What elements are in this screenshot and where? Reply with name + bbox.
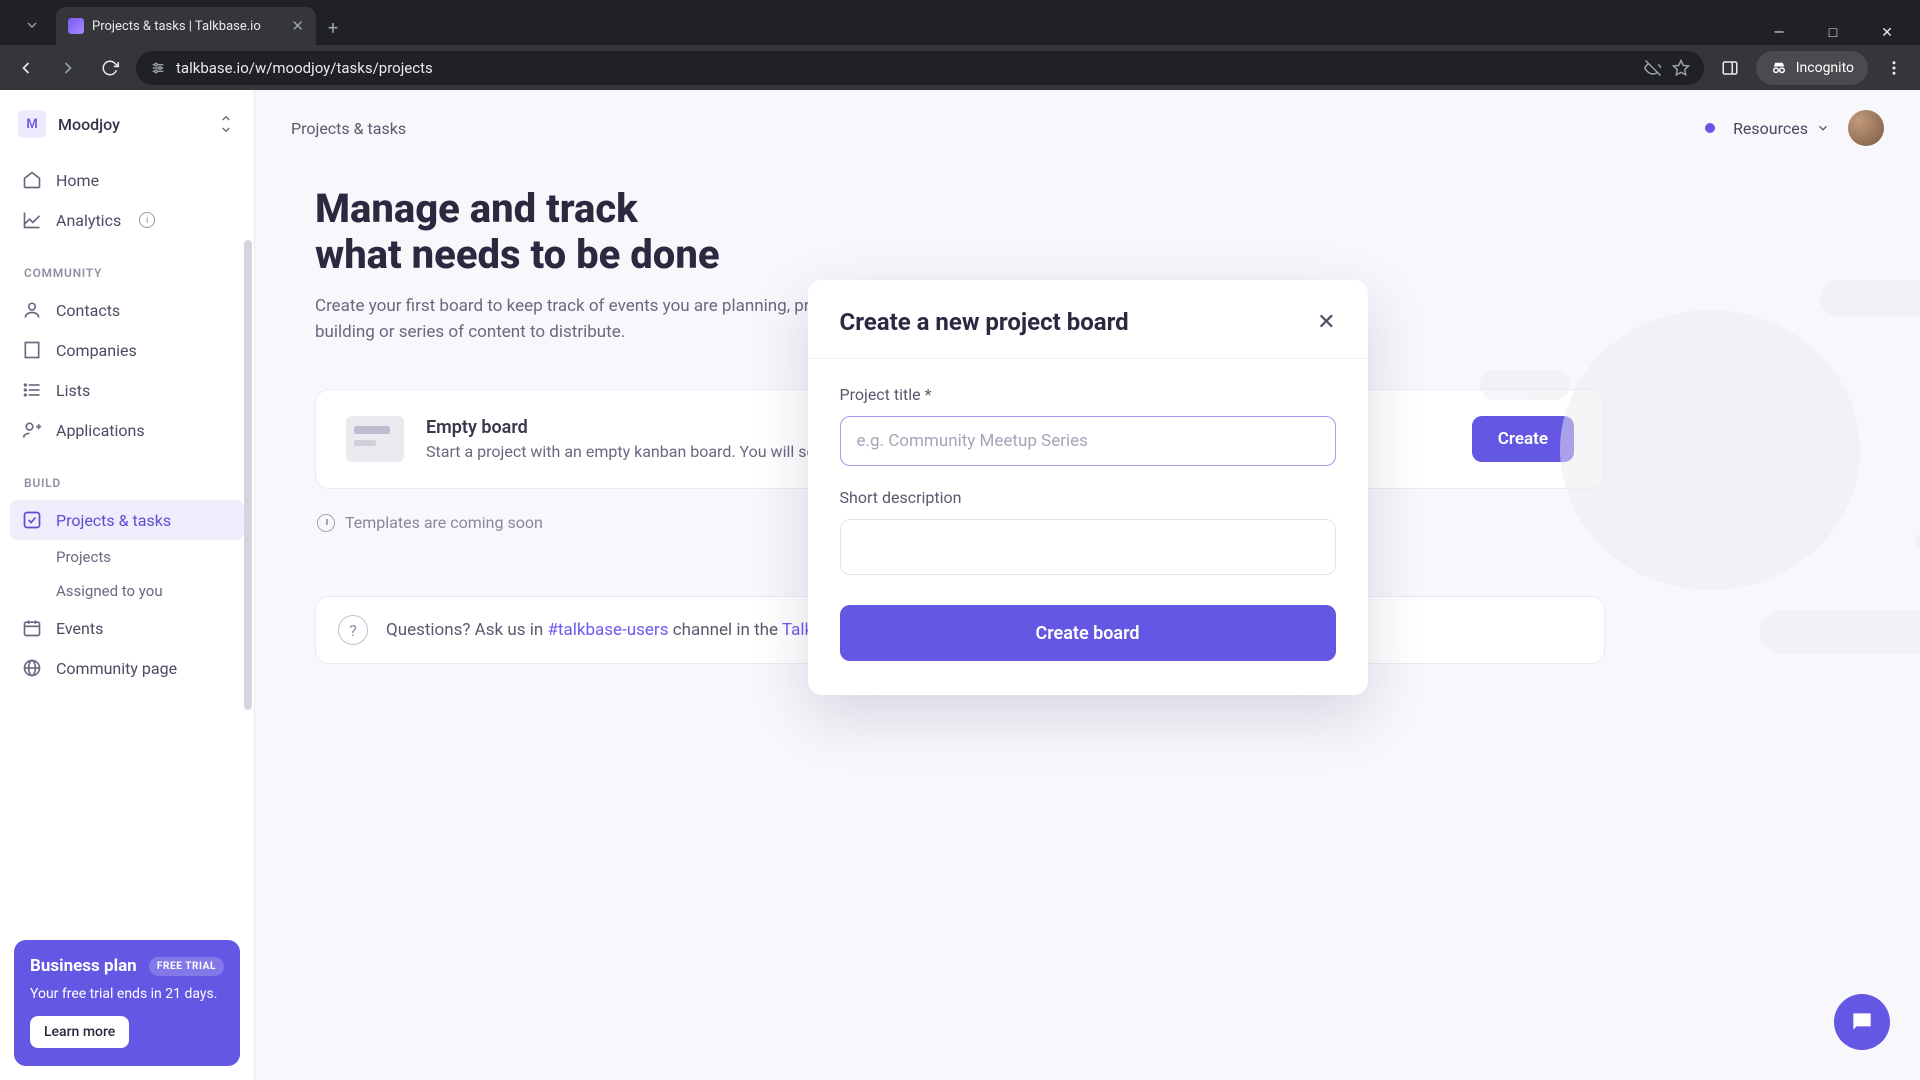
- scrollbar-thumb[interactable]: [244, 240, 252, 710]
- short-description-input[interactable]: [840, 519, 1336, 575]
- incognito-icon: [1770, 59, 1788, 77]
- back-button[interactable]: [10, 52, 42, 84]
- close-window-icon[interactable]: ✕: [1872, 25, 1902, 41]
- workspace-avatar: M: [18, 110, 46, 138]
- browser-menu-icon[interactable]: [1878, 52, 1910, 84]
- main-content: Projects & tasks Resources Manage and tr…: [255, 90, 1920, 1080]
- short-description-label: Short description: [840, 488, 1336, 507]
- sidebar-item-label: Contacts: [56, 301, 120, 320]
- side-panel-icon[interactable]: [1714, 52, 1746, 84]
- applications-icon: [22, 420, 42, 440]
- globe-icon: [22, 658, 42, 678]
- forward-button: [52, 52, 84, 84]
- project-title-input[interactable]: [840, 416, 1336, 466]
- chevron-up-down-icon: [218, 114, 236, 134]
- favicon-icon: [68, 18, 84, 34]
- app-root: M Moodjoy Home Analytics i COMMUNITY Con…: [0, 90, 1920, 1080]
- window-controls: ― □ ✕: [1764, 24, 1920, 45]
- tab-search-icon[interactable]: [8, 5, 56, 45]
- browser-toolbar: talkbase.io/w/moodjoy/tasks/projects Inc…: [0, 45, 1920, 90]
- modal-close-button[interactable]: ✕: [1317, 310, 1335, 335]
- url-text: talkbase.io/w/moodjoy/tasks/projects: [176, 59, 1634, 77]
- sidebar-item-home[interactable]: Home: [10, 160, 244, 200]
- info-icon[interactable]: i: [139, 212, 155, 228]
- close-icon[interactable]: ✕: [291, 17, 304, 35]
- workspace-name: Moodjoy: [58, 115, 206, 134]
- sidebar-item-label: Projects & tasks: [56, 511, 171, 530]
- sidebar: M Moodjoy Home Analytics i COMMUNITY Con…: [0, 90, 255, 1080]
- analytics-icon: [22, 210, 42, 230]
- bookmark-star-icon[interactable]: [1672, 59, 1690, 77]
- incognito-label: Incognito: [1796, 60, 1854, 76]
- sidebar-item-label: Analytics: [56, 211, 121, 230]
- sidebar-nav: Home Analytics i COMMUNITY Contacts Comp…: [0, 160, 254, 688]
- events-icon: [22, 618, 42, 638]
- home-icon: [22, 170, 42, 190]
- sidebar-section-build: BUILD: [10, 450, 244, 500]
- new-tab-button[interactable]: +: [316, 11, 350, 45]
- browser-chrome: Projects & tasks | Talkbase.io ✕ + ― □ ✕…: [0, 0, 1920, 90]
- tab-title: Projects & tasks | Talkbase.io: [92, 19, 283, 34]
- sidebar-subnav: Projects Assigned to you: [10, 540, 244, 608]
- tasks-icon: [22, 510, 42, 530]
- sidebar-item-analytics[interactable]: Analytics i: [10, 200, 244, 240]
- create-project-modal: Create a new project board ✕ Project tit…: [808, 280, 1368, 695]
- sidebar-item-label: Lists: [56, 381, 90, 400]
- sidebar-item-label: Home: [56, 171, 99, 190]
- sidebar-item-applications[interactable]: Applications: [10, 410, 244, 450]
- sidebar-item-label: Community page: [56, 659, 177, 678]
- contacts-icon: [22, 300, 42, 320]
- learn-more-button[interactable]: Learn more: [30, 1016, 129, 1048]
- sidebar-item-events[interactable]: Events: [10, 608, 244, 648]
- eye-off-icon[interactable]: [1644, 59, 1662, 77]
- sidebar-item-community-page[interactable]: Community page: [10, 648, 244, 688]
- modal-overlay: Create a new project board ✕ Project tit…: [255, 90, 1920, 1080]
- sidebar-item-label: Events: [56, 619, 103, 638]
- sidebar-item-companies[interactable]: Companies: [10, 330, 244, 370]
- sidebar-subitem-projects[interactable]: Projects: [56, 540, 244, 574]
- workspace-switcher[interactable]: M Moodjoy: [0, 90, 254, 160]
- sidebar-section-community: COMMUNITY: [10, 240, 244, 290]
- project-title-label: Project title *: [840, 385, 1336, 404]
- lists-icon: [22, 380, 42, 400]
- sidebar-item-contacts[interactable]: Contacts: [10, 290, 244, 330]
- tab-strip: Projects & tasks | Talkbase.io ✕ + ― □ ✕: [0, 0, 1920, 45]
- trial-text: Your free trial ends in 21 days.: [30, 986, 224, 1002]
- reload-button[interactable]: [94, 52, 126, 84]
- companies-icon: [22, 340, 42, 360]
- trial-badge: FREE TRIAL: [149, 957, 224, 976]
- modal-title: Create a new project board: [840, 308, 1129, 336]
- trial-title: Business plan: [30, 956, 137, 976]
- sidebar-item-label: Applications: [56, 421, 145, 440]
- incognito-indicator[interactable]: Incognito: [1756, 51, 1868, 85]
- maximize-icon[interactable]: □: [1818, 24, 1848, 41]
- minimize-icon[interactable]: ―: [1764, 25, 1794, 41]
- sidebar-item-projects-tasks[interactable]: Projects & tasks: [10, 500, 244, 540]
- browser-tab[interactable]: Projects & tasks | Talkbase.io ✕: [56, 7, 316, 45]
- sidebar-item-lists[interactable]: Lists: [10, 370, 244, 410]
- site-settings-icon[interactable]: [150, 60, 166, 76]
- sidebar-scrollbar[interactable]: [244, 240, 252, 710]
- create-board-button[interactable]: Create board: [840, 605, 1336, 661]
- sidebar-subitem-assigned[interactable]: Assigned to you: [56, 574, 244, 608]
- address-bar[interactable]: talkbase.io/w/moodjoy/tasks/projects: [136, 51, 1704, 85]
- sidebar-item-label: Companies: [56, 341, 137, 360]
- trial-card: Business plan FREE TRIAL Your free trial…: [14, 940, 240, 1066]
